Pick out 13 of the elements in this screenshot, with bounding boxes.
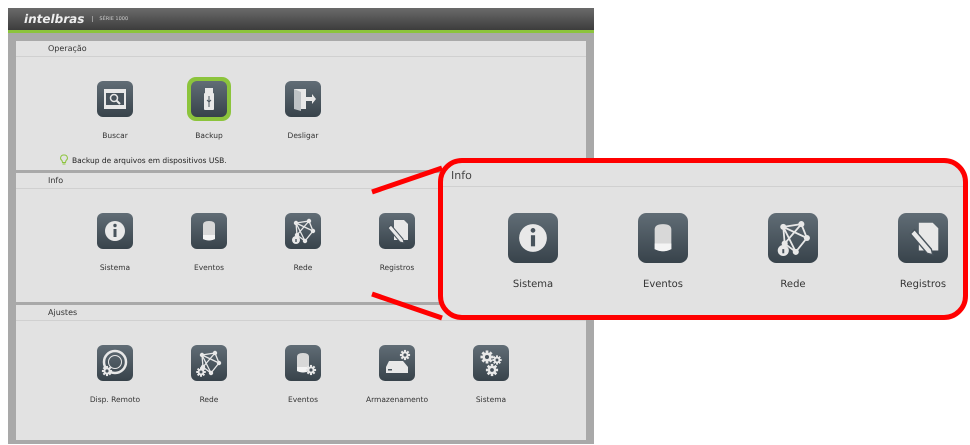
- info-icon: [508, 213, 558, 263]
- beacon-icon: [638, 213, 688, 263]
- section-title: Info: [443, 163, 963, 187]
- menu-item[interactable]: Sistema: [508, 213, 558, 290]
- menu-item[interactable]: Registros: [898, 213, 948, 290]
- menu-item[interactable]: Eventos: [638, 213, 688, 290]
- lightbulb-icon: [60, 154, 68, 166]
- section-title: Operação: [16, 41, 586, 57]
- network-info-icon: [768, 213, 818, 263]
- leader-line: [371, 292, 443, 320]
- brand-logo: intelbras: [24, 12, 84, 26]
- document-pencil-icon: [898, 213, 948, 263]
- menu-item[interactable]: Rede: [768, 213, 818, 290]
